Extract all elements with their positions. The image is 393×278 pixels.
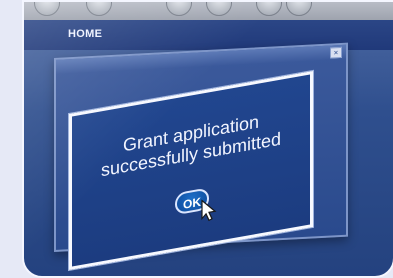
toolbar-button[interactable] [256,2,282,16]
home-tab[interactable]: HOME [68,28,102,40]
monitor-screen: HOME × Grant application successfully su… [22,0,393,278]
toolbar-button[interactable] [206,2,232,16]
dialog-message: Grant application successfully submitted [72,103,310,187]
close-icon[interactable]: × [330,46,342,59]
toolbar-button[interactable] [34,2,60,16]
toolbar [24,2,393,20]
toolbar-button[interactable] [166,2,192,16]
toolbar-button[interactable] [86,2,112,16]
toolbar-button[interactable] [286,2,312,16]
cursor-icon [201,199,217,222]
